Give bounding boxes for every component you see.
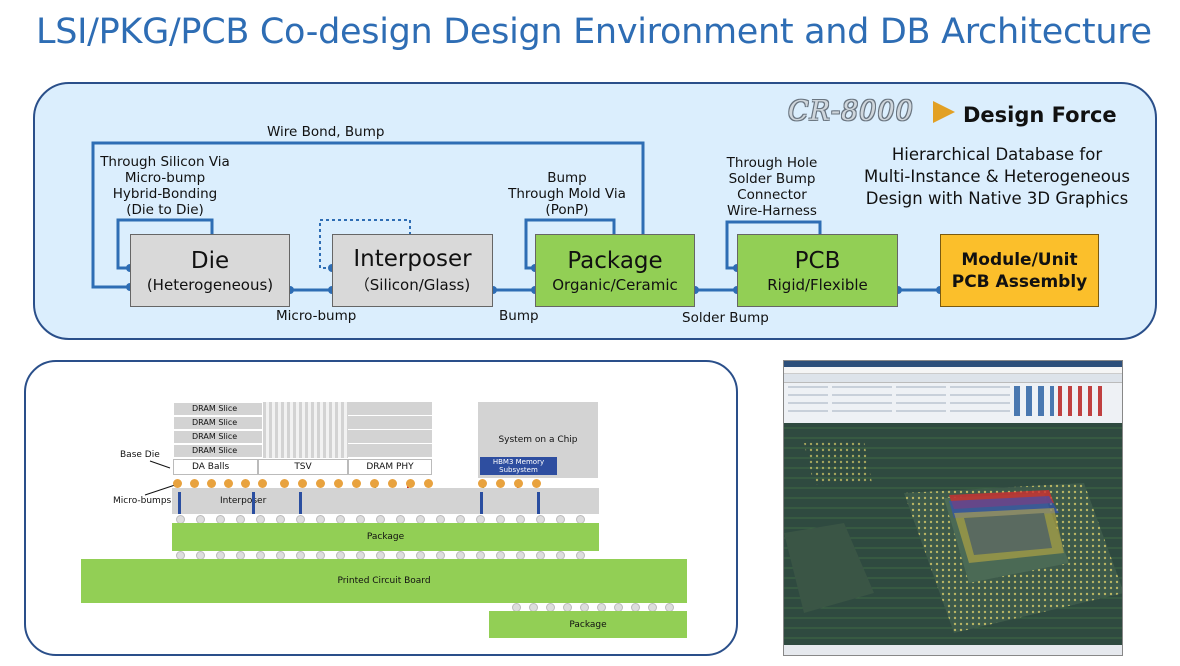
- cad-status-bar: [784, 645, 1122, 655]
- package-box: Package Organic/Ceramic: [535, 234, 695, 307]
- die-conn-3: Hybrid-Bonding: [112, 186, 218, 202]
- die-sub: (Heterogeneous): [146, 275, 274, 294]
- module-box: Module/Unit PCB Assembly: [940, 234, 1099, 307]
- pcb-conn-4: Wire-Harness: [727, 203, 817, 219]
- page-title: LSI/PKG/PCB Co-design Design Environment…: [36, 12, 1152, 52]
- package-name: Package: [567, 247, 663, 274]
- bump-label: Bump: [499, 308, 539, 324]
- die-name: Die: [190, 247, 230, 274]
- micro-bump-label: Micro-bump: [276, 308, 357, 324]
- cad-ribbon: [784, 361, 1122, 423]
- pcb-conn-2: Solder Bump: [728, 171, 816, 187]
- pcb-conn-1: Through Hole: [726, 155, 818, 171]
- hierarchy-text-2: Multi-Instance & Heterogeneous: [864, 167, 1130, 186]
- die-conn-2: Micro-bump: [124, 170, 206, 186]
- 3d-board-view: [784, 423, 1122, 647]
- interposer-name: Interposer: [353, 246, 472, 272]
- pcb-sub: Rigid/Flexible: [767, 275, 868, 294]
- design-force-logo-icon: [933, 101, 955, 123]
- module-line1: Module/Unit: [961, 249, 1078, 270]
- pcb-name: PCB: [794, 247, 841, 274]
- pkg-conn-1: Bump: [547, 170, 587, 186]
- die-box: Die (Heterogeneous): [130, 234, 290, 307]
- hierarchy-text-1: Hierarchical Database for: [891, 145, 1103, 164]
- pkg-conn-2: Through Mold Via: [508, 186, 626, 202]
- interposer-sub: （Silicon/Glass): [354, 276, 471, 294]
- hierarchy-text-3: Design with Native 3D Graphics: [865, 189, 1129, 208]
- stack-cross-section-panel: [24, 360, 738, 656]
- solder-bump-label: Solder Bump: [682, 310, 769, 326]
- die-conn-4: (Die to Die): [126, 202, 204, 218]
- design-force-logo: Design Force: [963, 103, 1117, 127]
- interposer-box: Interposer （Silicon/Glass): [332, 234, 493, 307]
- cr8000-logo: CR-8000: [788, 96, 914, 127]
- cad-screenshot: [783, 360, 1123, 656]
- pcb-box: PCB Rigid/Flexible: [737, 234, 898, 307]
- die-conn-1: Through Silicon Via: [100, 154, 230, 170]
- pkg-conn-3: (PonP): [545, 202, 589, 218]
- wire-bond-label: Wire Bond, Bump: [267, 124, 385, 140]
- pcb-conn-3: Connector: [737, 187, 807, 203]
- package-sub: Organic/Ceramic: [552, 275, 678, 294]
- module-line2: PCB Assembly: [951, 271, 1088, 292]
